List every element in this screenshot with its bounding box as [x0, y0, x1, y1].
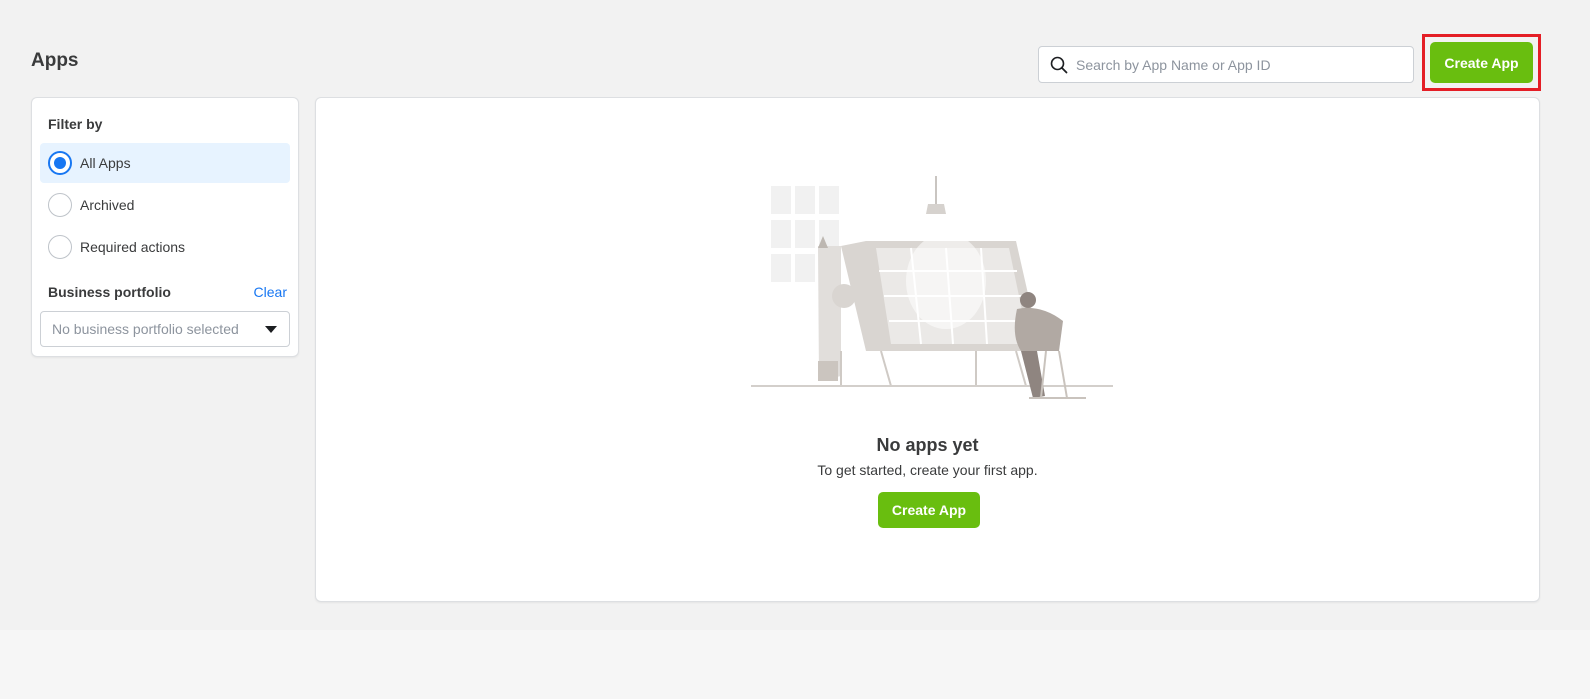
filter-panel: Filter by All Apps Archived Required act…	[31, 97, 299, 357]
radio-selected-icon	[48, 151, 72, 175]
filter-option-required-actions[interactable]: Required actions	[40, 227, 290, 267]
radio-unselected-icon	[48, 235, 72, 259]
clear-link[interactable]: Clear	[254, 284, 287, 300]
app-area: Apps Create App Filter by All Apps Archi…	[0, 0, 1590, 630]
empty-state-title: No apps yet	[876, 435, 979, 455]
business-portfolio-select[interactable]: No business portfolio selected	[40, 311, 290, 347]
filter-option-label: All Apps	[80, 155, 131, 171]
caret-down-icon	[265, 325, 277, 333]
page-title: Apps	[31, 50, 79, 71]
search-input[interactable]	[1076, 56, 1413, 73]
business-portfolio-title: Business portfolio	[48, 284, 171, 300]
radio-unselected-icon	[48, 193, 72, 217]
empty-state-illustration	[751, 176, 1113, 399]
empty-state-subtitle: To get started, create your first app.	[817, 462, 1038, 478]
filter-title: Filter by	[48, 116, 103, 132]
search-box[interactable]	[1038, 46, 1414, 83]
business-portfolio-value: No business portfolio selected	[52, 321, 239, 337]
create-app-button[interactable]: Create App	[1430, 42, 1533, 83]
filter-option-archived[interactable]: Archived	[40, 185, 290, 225]
filter-option-label: Archived	[80, 197, 135, 213]
filter-option-label: Required actions	[80, 239, 186, 255]
create-app-empty-button[interactable]: Create App	[878, 492, 980, 528]
filter-option-all-apps[interactable]: All Apps	[40, 143, 290, 183]
apps-list-panel: No apps yet To get started, create your …	[315, 97, 1540, 602]
search-icon	[1050, 56, 1068, 74]
